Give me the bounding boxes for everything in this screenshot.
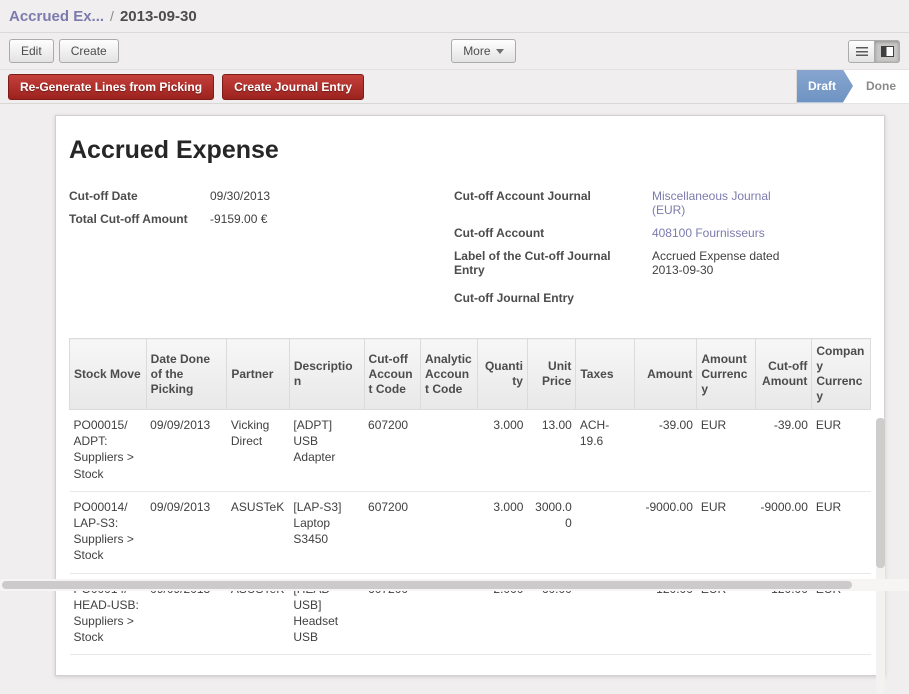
table-cell: Vicking Direct [227,410,290,492]
regenerate-lines-button[interactable]: Re-Generate Lines from Picking [8,74,214,100]
table-cell: 3.000 [477,410,527,492]
field-group-left: Cut-off Date 09/30/2013 Total Cut-off Am… [69,189,454,314]
table-cell [421,410,477,492]
field-cutoff-date: Cut-off Date 09/30/2013 [69,189,454,203]
form-content: Accrued Expense Cut-off Date 09/30/2013 … [0,115,909,676]
column-header[interactable]: Cut-off Amount [755,339,811,410]
cutoff-account-journal-label: Cut-off Account Journal [454,189,652,217]
list-view-button[interactable] [848,40,874,63]
table-cell: -9000.00 [755,491,811,573]
breadcrumb-separator: / [110,8,114,24]
action-row: Re-Generate Lines from Picking Create Jo… [0,70,909,104]
table-cell: [ADPT] USB Adapter [289,410,364,492]
page-title: Accrued Expense [69,136,871,165]
table-row[interactable]: PO00014/​LAP-S3: Suppliers > Stock09/​09… [70,491,871,573]
vertical-scrollbar-thumb[interactable] [876,418,885,568]
total-cutoff-amount-label: Total Cut-off Amount [69,212,210,226]
table-cell: ASUSTeK [227,491,290,573]
column-header[interactable]: Analytic Account Code [421,339,477,410]
column-header[interactable]: Company Currency [812,339,871,410]
column-header[interactable]: Quantity [477,339,527,410]
field-groups: Cut-off Date 09/30/2013 Total Cut-off Am… [69,189,871,314]
edit-button[interactable]: Edit [9,39,54,63]
cutoff-account-link[interactable]: 408100 Fournisseurs [652,226,792,240]
column-header[interactable]: Description [289,339,364,410]
column-header[interactable]: Unit Price [527,339,575,410]
table-cell [576,491,635,573]
table-cell: [LAP-S3] Laptop S3450 [289,491,364,573]
field-cutoff-account: Cut-off Account 408100 Fournisseurs [454,226,871,240]
view-switcher [848,40,900,63]
table-cell: 607200 [364,410,420,492]
list-view-icon [856,47,868,56]
table-cell: -39.00 [634,410,697,492]
more-button[interactable]: More [451,39,515,63]
form-view-icon [881,46,894,57]
column-header[interactable]: Amount [634,339,697,410]
table-cell: 09/​09/​2013 [146,491,227,573]
total-cutoff-amount-value: -9159.00 € [210,212,350,226]
status-state-done[interactable]: Done [853,70,909,103]
table-cell: 607200 [364,491,420,573]
status-bar: Draft Done [796,70,909,104]
column-header[interactable]: Date Done of the Picking [146,339,227,410]
column-header[interactable]: Taxes [576,339,635,410]
table-cell: EUR [697,491,756,573]
field-journal-entry-label: Label of the Cut-off Journal Entry Accru… [454,249,871,277]
status-state-draft[interactable]: Draft [797,70,853,103]
table-cell: 13.00 [527,410,575,492]
form-view-button[interactable] [874,40,900,63]
column-header[interactable]: Cut-off Account Code [364,339,420,410]
journal-entry-label-label: Label of the Cut-off Journal Entry [454,249,652,277]
table-row[interactable]: PO00015/​ADPT: Suppliers > Stock09/​09/​… [70,410,871,492]
table-cell: 3.000 [477,491,527,573]
field-group-right: Cut-off Account Journal Miscellaneous Jo… [454,189,871,314]
table-cell: PO00015/​ADPT: Suppliers > Stock [70,410,147,492]
table-head-row: Stock MoveDate Done of the PickingPartne… [70,339,871,410]
cutoff-lines-table: Stock MoveDate Done of the PickingPartne… [69,338,871,655]
table-cell [421,491,477,573]
cutoff-date-label: Cut-off Date [69,189,210,203]
breadcrumb-current: 2013-09-30 [120,8,197,25]
table-cell: PO00014/​LAP-S3: Suppliers > Stock [70,491,147,573]
field-cutoff-journal-entry: Cut-off Journal Entry [454,291,871,305]
more-button-label: More [463,44,490,58]
cutoff-account-label: Cut-off Account [454,226,652,240]
cutoff-date-value: 09/30/2013 [210,189,350,203]
vertical-scrollbar[interactable] [876,418,885,694]
column-header[interactable]: Stock Move [70,339,147,410]
column-header[interactable]: Amount Currency [697,339,756,410]
table-cell: EUR [812,491,871,573]
create-button[interactable]: Create [59,39,119,63]
table-cell: ACH-19.6 [576,410,635,492]
cutoff-account-journal-link[interactable]: Miscellaneous Journal (EUR) [652,189,792,217]
table-cell: -39.00 [755,410,811,492]
table-body: PO00015/​ADPT: Suppliers > Stock09/​09/​… [70,410,871,655]
field-cutoff-account-journal: Cut-off Account Journal Miscellaneous Jo… [454,189,871,217]
table-cell: EUR [812,410,871,492]
create-journal-entry-button[interactable]: Create Journal Entry [222,74,364,100]
table-cell: 3000.00 [527,491,575,573]
table-cell: EUR [697,410,756,492]
cutoff-journal-entry-label: Cut-off Journal Entry [454,291,652,305]
field-total-cutoff-amount: Total Cut-off Amount -9159.00 € [69,212,454,226]
horizontal-scrollbar-thumb[interactable] [2,581,852,589]
toolbar: Edit Create More [0,33,909,70]
chevron-down-icon [496,49,504,54]
breadcrumb: Accrued Ex... / 2013-09-30 [0,0,909,33]
breadcrumb-parent-link[interactable]: Accrued Ex... [9,8,104,25]
horizontal-scrollbar[interactable] [0,579,909,591]
column-header[interactable]: Partner [227,339,290,410]
table-cell: 09/​09/​2013 [146,410,227,492]
table-cell: -9000.00 [634,491,697,573]
form-sheet: Accrued Expense Cut-off Date 09/30/2013 … [55,115,885,676]
cutoff-journal-entry-value [652,291,792,305]
journal-entry-label-value: Accrued Expense dated 2013-09-30 [652,249,792,277]
